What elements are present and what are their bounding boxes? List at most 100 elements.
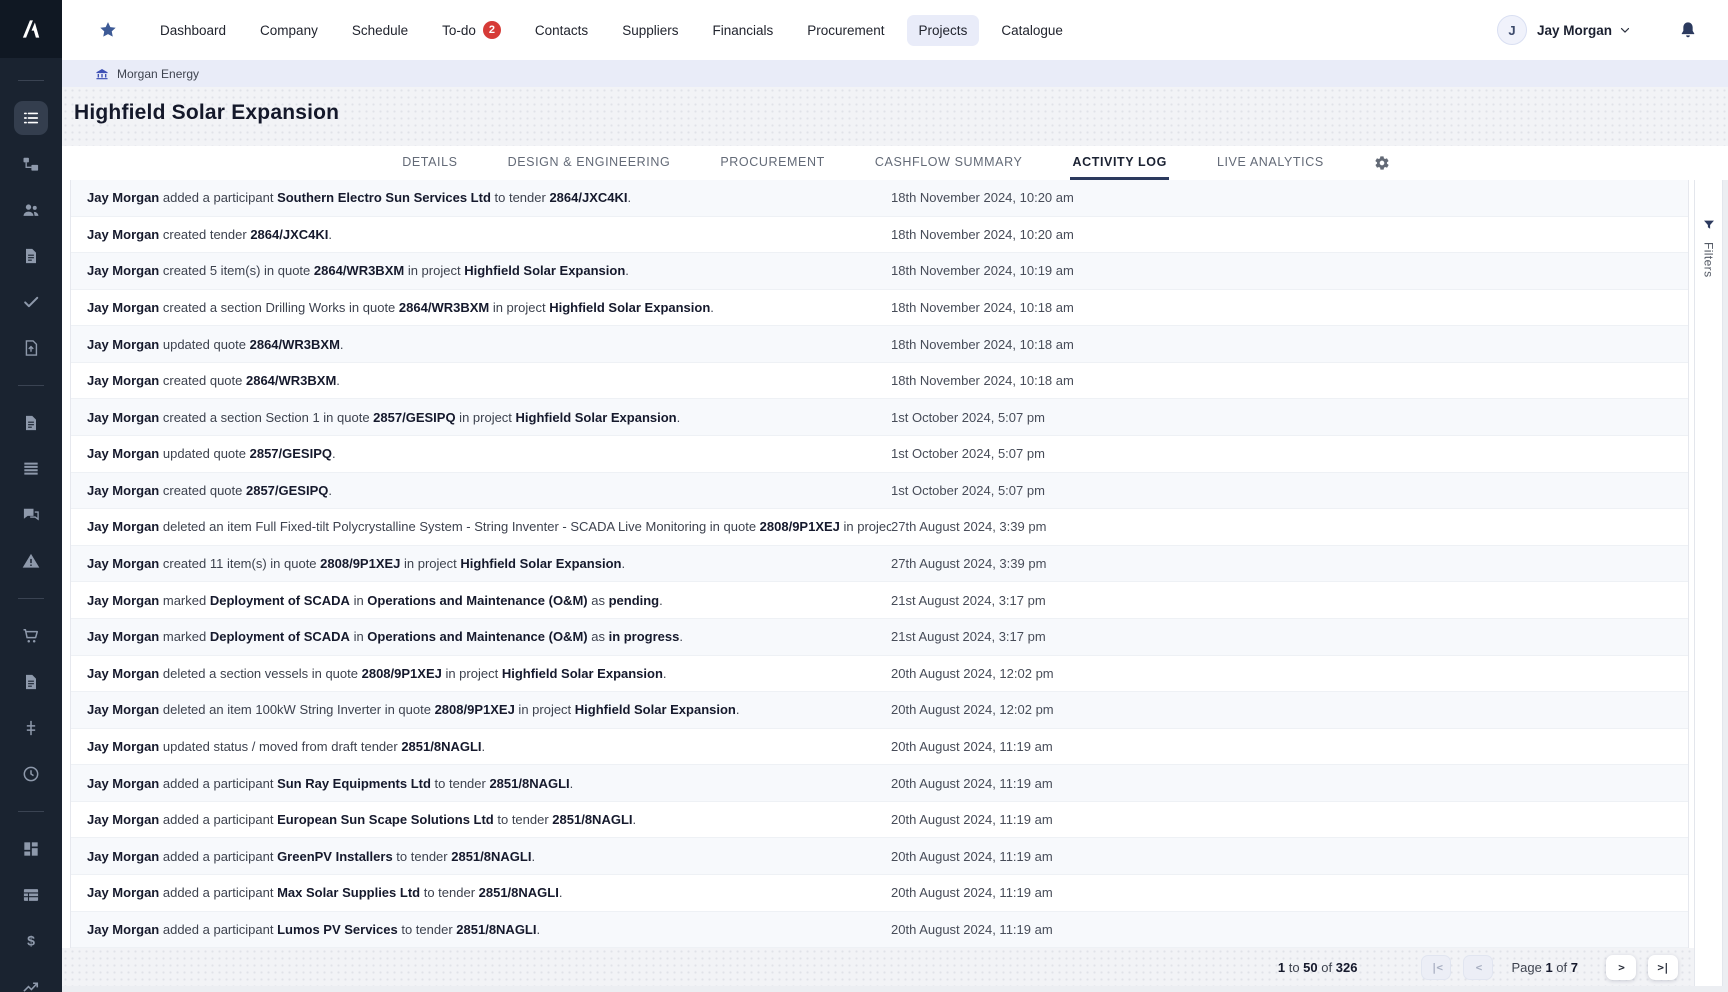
bank-icon bbox=[95, 67, 109, 81]
nav-item-contacts[interactable]: Contacts bbox=[523, 15, 600, 46]
sidebar-item-rows[interactable] bbox=[14, 452, 48, 486]
activity-text: Jay Morgan added a participant Max Solar… bbox=[87, 885, 891, 900]
activity-row: Jay Morgan updated status / moved from d… bbox=[71, 729, 1688, 766]
tab-settings-button[interactable] bbox=[1374, 146, 1390, 180]
nav-item-suppliers[interactable]: Suppliers bbox=[610, 15, 690, 46]
sidebar-item-document[interactable] bbox=[14, 239, 48, 273]
sidebar: $ bbox=[0, 0, 62, 992]
pagination-from: 1 bbox=[1278, 960, 1285, 975]
sidebar-item-clock[interactable] bbox=[14, 757, 48, 791]
activity-text: Jay Morgan added a participant Southern … bbox=[87, 190, 891, 205]
activity-timestamp: 18th November 2024, 10:18 am bbox=[891, 300, 1074, 315]
sidebar-item-trend[interactable] bbox=[14, 970, 48, 992]
sidebar-item-table[interactable] bbox=[14, 878, 48, 912]
prev-page-button[interactable]: < bbox=[1463, 955, 1493, 980]
tab-procurement[interactable]: PROCUREMENT bbox=[718, 146, 827, 180]
activity-text: Jay Morgan updated status / moved from d… bbox=[87, 739, 891, 754]
activity-row: Jay Morgan marked Deployment of SCADA in… bbox=[71, 619, 1688, 656]
activity-text: Jay Morgan created quote 2864/WR3BXM. bbox=[87, 373, 891, 388]
nav-item-label: Schedule bbox=[352, 23, 408, 38]
nav-item-label: Catalogue bbox=[1001, 23, 1063, 38]
warning-icon bbox=[21, 551, 41, 571]
nav-item-company[interactable]: Company bbox=[248, 15, 330, 46]
page-header: Highfield Solar Expansion bbox=[62, 87, 1728, 146]
activity-timestamp: 20th August 2024, 12:02 pm bbox=[891, 702, 1054, 717]
tab-cashflow-summary[interactable]: CASHFLOW SUMMARY bbox=[873, 146, 1025, 180]
nav-item-dashboard[interactable]: Dashboard bbox=[148, 15, 238, 46]
activity-text: Jay Morgan added a participant Sun Ray E… bbox=[87, 776, 891, 791]
top-right-cluster: J Jay Morgan bbox=[1497, 15, 1698, 45]
sidebar-item-warning[interactable] bbox=[14, 544, 48, 578]
activity-row: Jay Morgan deleted an item Full Fixed-ti… bbox=[71, 509, 1688, 546]
tune-icon bbox=[21, 718, 41, 738]
document-alt-icon bbox=[21, 413, 41, 433]
activity-timestamp: 1st October 2024, 5:07 pm bbox=[891, 483, 1045, 498]
next-page-button[interactable]: > bbox=[1606, 955, 1636, 980]
finance-dollar-icon: $ bbox=[21, 931, 41, 951]
filters-panel-toggle[interactable]: Filters bbox=[1694, 180, 1723, 986]
sidebar-item-team[interactable] bbox=[14, 193, 48, 227]
dashboard-icon bbox=[21, 839, 41, 859]
sidebar-item-chat[interactable] bbox=[14, 498, 48, 532]
activity-timestamp: 1st October 2024, 5:07 pm bbox=[891, 446, 1045, 461]
tab-details[interactable]: DETAILS bbox=[400, 146, 459, 180]
invoice-icon bbox=[21, 672, 41, 692]
tab-design-engineering[interactable]: DESIGN & ENGINEERING bbox=[506, 146, 673, 180]
activity-row: Jay Morgan marked Deployment of SCADA in… bbox=[71, 582, 1688, 619]
nav-item-procurement[interactable]: Procurement bbox=[795, 15, 896, 46]
pagination-summary: 1 to 50 of 326 bbox=[1278, 960, 1358, 975]
sidebar-item-tune[interactable] bbox=[14, 711, 48, 745]
activity-timestamp: 20th August 2024, 11:19 am bbox=[891, 849, 1053, 864]
last-page-button[interactable]: >| bbox=[1648, 955, 1678, 980]
activity-row: Jay Morgan created tender 2864/JXC4KI.18… bbox=[71, 217, 1688, 254]
pagination-to: 50 bbox=[1303, 960, 1317, 975]
bell-icon[interactable] bbox=[1678, 20, 1698, 40]
sidebar-item-invoice[interactable] bbox=[14, 665, 48, 699]
activity-text: Jay Morgan updated quote 2857/GESIPQ. bbox=[87, 446, 891, 461]
nav-item-catalogue[interactable]: Catalogue bbox=[989, 15, 1075, 46]
first-page-button[interactable]: |< bbox=[1421, 955, 1451, 980]
tab-live-analytics[interactable]: LIVE ANALYTICS bbox=[1215, 146, 1326, 180]
sidebar-item-finance-dollar[interactable]: $ bbox=[14, 924, 48, 958]
sidebar-item-activity-list[interactable] bbox=[14, 101, 48, 135]
app-logo[interactable] bbox=[0, 0, 62, 58]
breadcrumb-company[interactable]: Morgan Energy bbox=[117, 67, 199, 81]
activity-text: Jay Morgan deleted an item 100kW String … bbox=[87, 702, 891, 717]
sidebar-item-org-chart[interactable] bbox=[14, 147, 48, 181]
nav-item-financials[interactable]: Financials bbox=[700, 15, 785, 46]
nav-item-label: Financials bbox=[712, 23, 773, 38]
sidebar-item-tasks-check[interactable] bbox=[14, 285, 48, 319]
sidebar-divider bbox=[18, 598, 44, 599]
tab-activity-log[interactable]: ACTIVITY LOG bbox=[1070, 146, 1168, 180]
user-avatar[interactable]: J bbox=[1497, 15, 1527, 45]
tasks-check-icon bbox=[21, 292, 41, 312]
sidebar-item-cart[interactable] bbox=[14, 619, 48, 653]
activity-row: Jay Morgan added a participant Max Solar… bbox=[71, 875, 1688, 912]
sidebar-item-file-upload[interactable] bbox=[14, 331, 48, 365]
top-bar: Dashboard Company Schedule To-do2 Contacts Su… bbox=[62, 0, 1728, 60]
activity-row: Jay Morgan deleted a section vessels in … bbox=[71, 656, 1688, 693]
top-nav: Dashboard Company Schedule To-do2 Contacts Su… bbox=[148, 13, 1075, 47]
activity-timestamp: 20th August 2024, 12:02 pm bbox=[891, 666, 1054, 681]
table-icon bbox=[21, 885, 41, 905]
nav-item-to-do[interactable]: To-do2 bbox=[430, 13, 513, 47]
nav-item-label: To-do bbox=[442, 23, 476, 38]
sidebar-item-document-alt[interactable] bbox=[14, 406, 48, 440]
nav-item-projects[interactable]: Projects bbox=[907, 15, 980, 46]
activity-timestamp: 1st October 2024, 5:07 pm bbox=[891, 410, 1045, 425]
funnel-icon bbox=[1702, 218, 1716, 232]
pagination-total: 326 bbox=[1336, 960, 1358, 975]
nav-item-label: Dashboard bbox=[160, 23, 226, 38]
sidebar-item-dashboard[interactable] bbox=[14, 832, 48, 866]
nav-item-label: Procurement bbox=[807, 23, 884, 38]
nav-item-label: Company bbox=[260, 23, 318, 38]
activity-text: Jay Morgan marked Deployment of SCADA in… bbox=[87, 629, 891, 644]
chevron-down-icon[interactable] bbox=[1618, 23, 1632, 37]
nav-item-schedule[interactable]: Schedule bbox=[340, 15, 420, 46]
activity-row: Jay Morgan created 5 item(s) in quote 28… bbox=[71, 253, 1688, 290]
activity-timestamp: 18th November 2024, 10:19 am bbox=[891, 263, 1074, 278]
favorite-star-icon[interactable] bbox=[98, 20, 118, 40]
activity-row: Jay Morgan created a section Section 1 i… bbox=[71, 399, 1688, 436]
user-name[interactable]: Jay Morgan bbox=[1537, 23, 1612, 38]
activity-timestamp: 20th August 2024, 11:19 am bbox=[891, 885, 1053, 900]
